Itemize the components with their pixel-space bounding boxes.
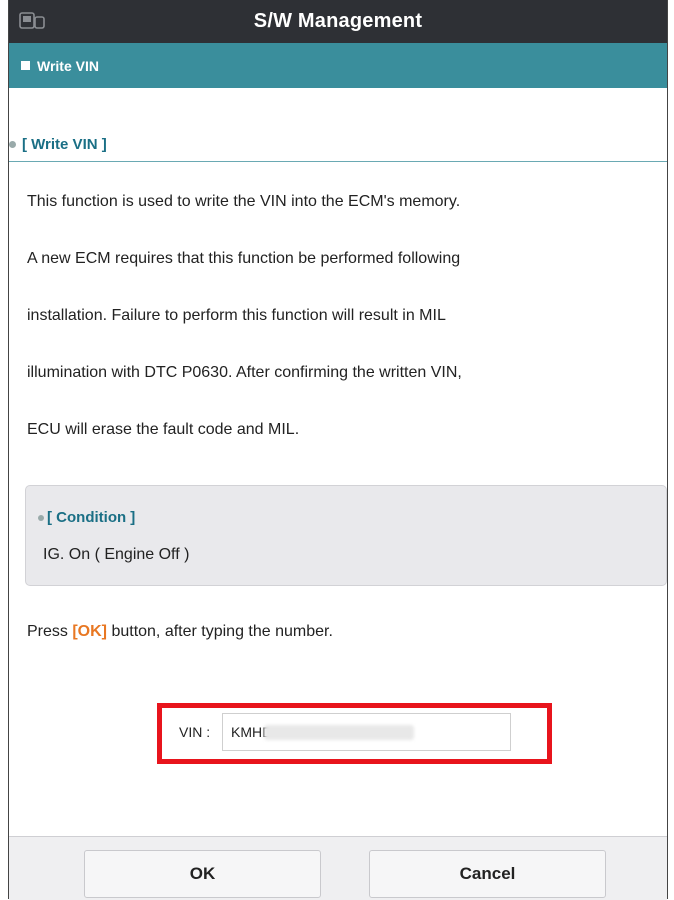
condition-panel: [ Condition ] IG. On ( Engine Off )	[25, 485, 667, 586]
sub-header: Write VIN	[9, 43, 667, 88]
description-line: installation. Failure to perform this fu…	[27, 307, 446, 324]
vin-label: VIN :	[179, 724, 211, 740]
section-title: [ Write VIN ]	[22, 136, 107, 153]
ok-button[interactable]: OK	[84, 850, 321, 898]
button-bar: OK Cancel	[9, 836, 667, 900]
instruction-text: Press [OK] button, after typing the numb…	[27, 623, 333, 641]
condition-title: [ Condition ]	[47, 509, 136, 526]
sub-header-title: Write VIN	[37, 57, 99, 74]
vin-redacted-blur	[264, 725, 414, 740]
instruction-suffix: button, after typing the number.	[107, 623, 333, 640]
condition-header: [ Condition ]	[38, 509, 135, 526]
section-header: [ Write VIN ]	[9, 128, 667, 162]
window-title: S/W Management	[253, 10, 423, 32]
description-line: A new ECM requires that this function be…	[27, 250, 461, 267]
cancel-button[interactable]: Cancel	[369, 850, 606, 898]
bullet-dot-icon	[9, 141, 16, 148]
tablet-car-icon	[19, 12, 45, 29]
description-line: illumination with DTC P0630. After confi…	[27, 364, 462, 381]
app-window: S/W Management Write VIN [ Write VIN ] T…	[8, 0, 668, 900]
square-bullet-icon	[21, 61, 30, 70]
condition-text: IG. On ( Engine Off )	[43, 546, 190, 563]
instruction-prefix: Press	[27, 623, 73, 640]
description-line: ECU will erase the fault code and MIL.	[27, 421, 300, 438]
title-bar: S/W Management	[9, 0, 667, 43]
bullet-dot-icon	[38, 514, 44, 521]
ok-tag: [OK]	[72, 623, 107, 640]
description-line: This function is used to write the VIN i…	[27, 193, 461, 210]
